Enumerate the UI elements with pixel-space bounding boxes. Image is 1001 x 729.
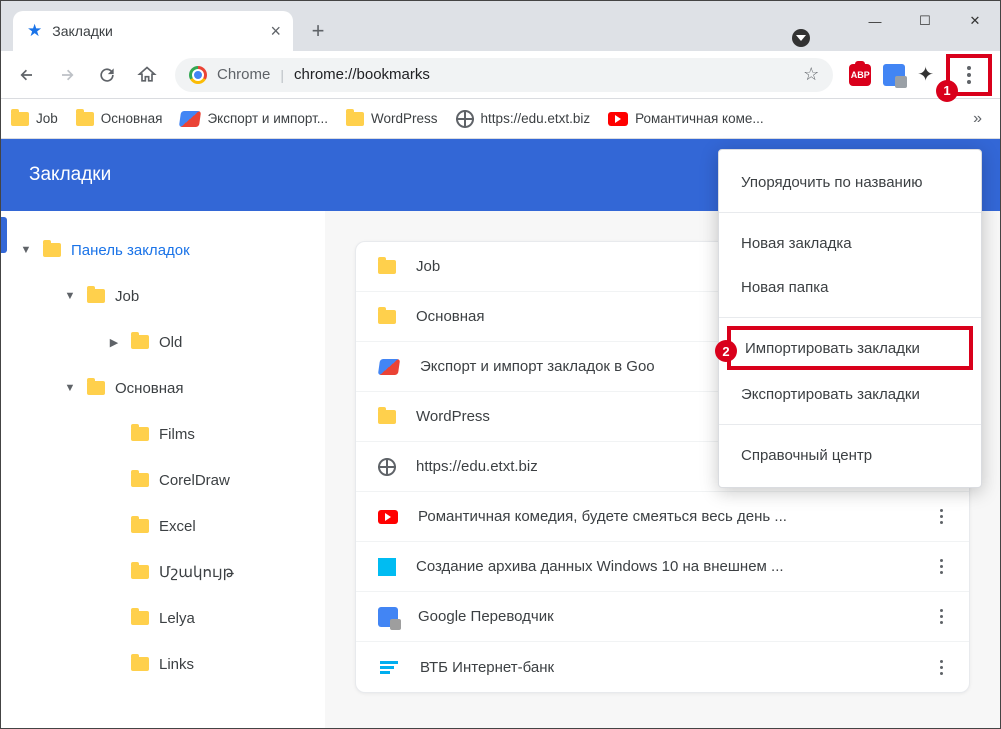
tree-item-corel[interactable]: CorelDraw	[11, 457, 325, 503]
youtube-icon	[378, 510, 398, 524]
bookmark-page-icon[interactable]: ☆	[803, 64, 819, 85]
folder-icon	[76, 112, 94, 126]
item-menu-icon[interactable]	[936, 605, 947, 628]
list-item[interactable]: ВТБ Интернет-банк	[356, 642, 969, 692]
tab-title: Закладки	[52, 23, 260, 39]
chrome-icon	[189, 66, 207, 84]
maximize-button[interactable]: ☐	[900, 1, 950, 41]
bookmark-bar-item[interactable]: https://edu.etxt.biz	[456, 110, 591, 128]
browser-tab[interactable]: ★ Закладки ×	[13, 11, 293, 51]
list-item[interactable]: Романтичная комедия, будете смеяться вес…	[356, 492, 969, 542]
folder-icon	[378, 410, 396, 424]
vtb-icon	[378, 656, 400, 678]
address-bar[interactable]: Chrome | chrome://bookmarks ☆	[175, 58, 833, 92]
window-titlebar: ★ Закладки × + — ☐ ✕	[1, 1, 1000, 51]
bookmarks-overflow-icon[interactable]: »	[965, 110, 990, 128]
folder-icon	[131, 335, 149, 349]
folder-icon	[11, 112, 29, 126]
new-tab-button[interactable]: +	[303, 16, 333, 46]
bookmark-bar-item[interactable]: Романтичная коме...	[608, 111, 764, 126]
extension-area: ABP ✦	[843, 62, 940, 87]
folder-icon	[87, 381, 105, 395]
folder-icon	[87, 289, 105, 303]
browser-toolbar: Chrome | chrome://bookmarks ☆ ABP ✦ 1	[1, 51, 1000, 99]
menu-separator	[719, 424, 981, 425]
tree-item-culture[interactable]: Մշակույթ	[11, 549, 325, 595]
tab-search-icon[interactable]	[792, 29, 810, 47]
extensions-icon[interactable]: ✦	[917, 62, 934, 87]
active-tab-indicator	[1, 217, 7, 253]
folder-icon	[131, 657, 149, 671]
bookmark-bar-item[interactable]: Экспорт и импорт...	[180, 111, 328, 127]
list-item[interactable]: Google Переводчик	[356, 592, 969, 642]
window-controls: — ☐ ✕	[850, 1, 1000, 41]
tree-item-job[interactable]: ▼Job	[11, 273, 325, 319]
bookmark-bar-item[interactable]: WordPress	[346, 111, 438, 126]
caret-down-icon: ▼	[63, 382, 77, 394]
tree-item-osnovnaya[interactable]: ▼Основная	[11, 365, 325, 411]
menu-sort-by-name[interactable]: Упорядочить по названию	[719, 160, 981, 204]
url-scheme-label: Chrome	[217, 66, 270, 83]
url-text: chrome://bookmarks	[294, 66, 430, 83]
menu-separator	[719, 317, 981, 318]
folder-icon	[378, 310, 396, 324]
tree-item-root[interactable]: ▼Панель закладок	[11, 227, 325, 273]
page-title: Закладки	[29, 164, 111, 186]
folder-icon	[131, 519, 149, 533]
caret-down-icon: ▼	[63, 290, 77, 302]
forward-button[interactable]	[49, 57, 85, 93]
folder-icon	[346, 112, 364, 126]
tree-item-excel[interactable]: Excel	[11, 503, 325, 549]
bookmark-star-icon: ★	[27, 21, 42, 41]
windows-icon	[378, 558, 396, 576]
adblock-icon[interactable]: ABP	[849, 64, 871, 86]
menu-export-bookmarks[interactable]: Экспортировать закладки	[719, 372, 981, 416]
caret-down-icon: ▼	[19, 244, 33, 256]
back-button[interactable]	[9, 57, 45, 93]
export-icon	[179, 111, 201, 127]
globe-icon	[456, 110, 474, 128]
folder-icon	[378, 260, 396, 274]
bookmarks-bar: Job Основная Экспорт и импорт... WordPre…	[1, 99, 1000, 139]
reload-button[interactable]	[89, 57, 125, 93]
bookmark-bar-item[interactable]: Основная	[76, 111, 163, 126]
export-icon	[378, 356, 400, 378]
item-menu-icon[interactable]	[936, 555, 947, 578]
callout-badge-1: 1	[936, 80, 958, 102]
close-window-button[interactable]: ✕	[950, 1, 1000, 41]
bookmarks-menu-button[interactable]	[954, 60, 984, 90]
bookmark-bar-item[interactable]: Job	[11, 111, 58, 126]
menu-new-folder[interactable]: Новая папка	[719, 265, 981, 309]
folder-icon	[131, 611, 149, 625]
menu-help-center[interactable]: Справочный центр	[719, 433, 981, 477]
item-menu-icon[interactable]	[936, 656, 947, 679]
minimize-button[interactable]: —	[850, 1, 900, 41]
globe-icon	[378, 458, 396, 476]
bookmarks-dropdown-menu: Упорядочить по названию Новая закладка Н…	[718, 149, 982, 488]
close-tab-icon[interactable]: ×	[270, 21, 281, 42]
tree-item-films[interactable]: Films	[11, 411, 325, 457]
folder-icon	[131, 427, 149, 441]
menu-new-bookmark[interactable]: Новая закладка	[719, 221, 981, 265]
tree-item-old[interactable]: ▶Old	[11, 319, 325, 365]
list-item[interactable]: Создание архива данных Windows 10 на вне…	[356, 542, 969, 592]
google-translate-icon[interactable]	[883, 64, 905, 86]
caret-right-icon: ▶	[107, 336, 121, 349]
menu-import-bookmarks[interactable]: Импортировать закладки 2	[727, 326, 973, 370]
folder-icon	[131, 565, 149, 579]
callout-badge-2: 2	[715, 340, 737, 362]
menu-separator	[719, 212, 981, 213]
folder-icon	[131, 473, 149, 487]
home-button[interactable]	[129, 57, 165, 93]
item-menu-icon[interactable]	[936, 505, 947, 528]
callout-1-highlight: 1	[946, 54, 992, 96]
folder-icon	[43, 243, 61, 257]
folder-tree-sidebar: ▼Панель закладок ▼Job ▶Old ▼Основная Fil…	[1, 211, 325, 728]
youtube-icon	[608, 112, 628, 126]
tree-item-links[interactable]: Links	[11, 641, 325, 687]
google-translate-icon	[378, 607, 398, 627]
tree-item-lelya[interactable]: Lelya	[11, 595, 325, 641]
